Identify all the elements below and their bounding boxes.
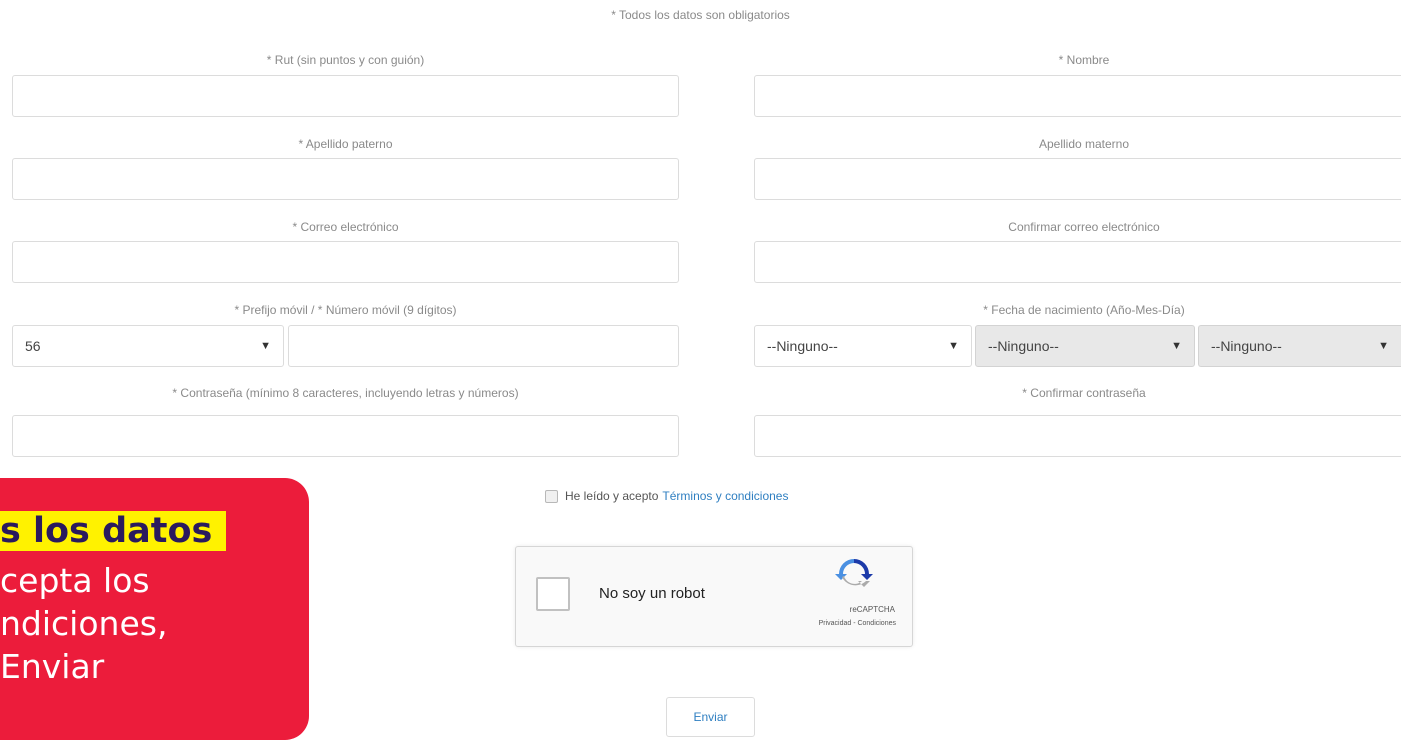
contrasena-input[interactable] bbox=[12, 415, 679, 457]
overlay-line-3: ndiciones, bbox=[0, 604, 168, 643]
correo-input[interactable] bbox=[12, 241, 679, 283]
rut-label: * Rut (sin puntos y con guión) bbox=[266, 53, 425, 67]
terms-checkbox[interactable] bbox=[545, 489, 558, 503]
recaptcha-privacy-links[interactable]: Privacidad - Condiciones bbox=[819, 620, 896, 627]
fecha-day-select[interactable]: --Ninguno-- ▼ bbox=[1198, 325, 1401, 367]
chevron-down-icon: ▼ bbox=[260, 340, 271, 352]
apellido-paterno-label: * Apellido paterno bbox=[298, 137, 393, 151]
chevron-down-icon: ▼ bbox=[1171, 340, 1182, 352]
recaptcha-checkbox[interactable] bbox=[536, 577, 570, 611]
confirmar-correo-input[interactable] bbox=[754, 241, 1401, 283]
fecha-month-select[interactable]: --Ninguno-- ▼ bbox=[975, 325, 1195, 367]
apellido-materno-input[interactable] bbox=[754, 158, 1401, 200]
terms-link[interactable]: Términos y condiciones bbox=[662, 489, 788, 503]
terms-row: He leído y acepto Términos y condiciones bbox=[545, 489, 788, 503]
recaptcha-label: No soy un robot bbox=[599, 585, 705, 602]
instruction-overlay: s los datos cepta los ndiciones, Enviar bbox=[0, 478, 309, 740]
correo-label: * Correo electrónico bbox=[292, 220, 399, 234]
movil-label: * Prefijo móvil / * Número móvil (9 dígi… bbox=[234, 303, 457, 317]
apellido-paterno-input[interactable] bbox=[12, 158, 679, 200]
rut-input[interactable] bbox=[12, 75, 679, 117]
apellido-materno-label: Apellido materno bbox=[1038, 137, 1130, 151]
confirmar-contrasena-label: * Confirmar contraseña bbox=[1022, 386, 1146, 400]
confirmar-contrasena-input[interactable] bbox=[754, 415, 1401, 457]
recaptcha-logo-icon bbox=[835, 559, 873, 587]
fecha-year-value: --Ninguno-- bbox=[767, 338, 838, 354]
fecha-nacimiento-label: * Fecha de nacimiento (Año-Mes-Día) bbox=[983, 303, 1185, 317]
prefijo-value: 56 bbox=[25, 338, 41, 354]
prefijo-select[interactable]: 56 ▼ bbox=[12, 325, 284, 367]
fecha-month-value: --Ninguno-- bbox=[988, 338, 1059, 354]
chevron-down-icon: ▼ bbox=[1378, 340, 1389, 352]
contrasena-label: * Contraseña (mínimo 8 caracteres, inclu… bbox=[172, 386, 519, 400]
overlay-line-4: Enviar bbox=[0, 647, 105, 686]
overlay-line-1: s los datos bbox=[0, 511, 227, 551]
recaptcha-widget: No soy un robot reCAPTCHA Privacidad - C… bbox=[515, 546, 913, 647]
overlay-line-2: cepta los bbox=[0, 561, 150, 600]
nombre-input[interactable] bbox=[754, 75, 1401, 117]
submit-button[interactable]: Enviar bbox=[666, 697, 755, 737]
fecha-year-select[interactable]: --Ninguno-- ▼ bbox=[754, 325, 972, 367]
confirmar-correo-label: Confirmar correo electrónico bbox=[1008, 220, 1160, 234]
terms-text: He leído y acepto bbox=[565, 489, 659, 503]
numero-movil-input[interactable] bbox=[288, 325, 679, 367]
required-notice: * Todos los datos son obligatorios bbox=[611, 8, 790, 22]
fecha-day-value: --Ninguno-- bbox=[1211, 338, 1282, 354]
nombre-label: * Nombre bbox=[1058, 53, 1110, 67]
recaptcha-brand: reCAPTCHA bbox=[849, 605, 895, 614]
chevron-down-icon: ▼ bbox=[948, 340, 959, 352]
